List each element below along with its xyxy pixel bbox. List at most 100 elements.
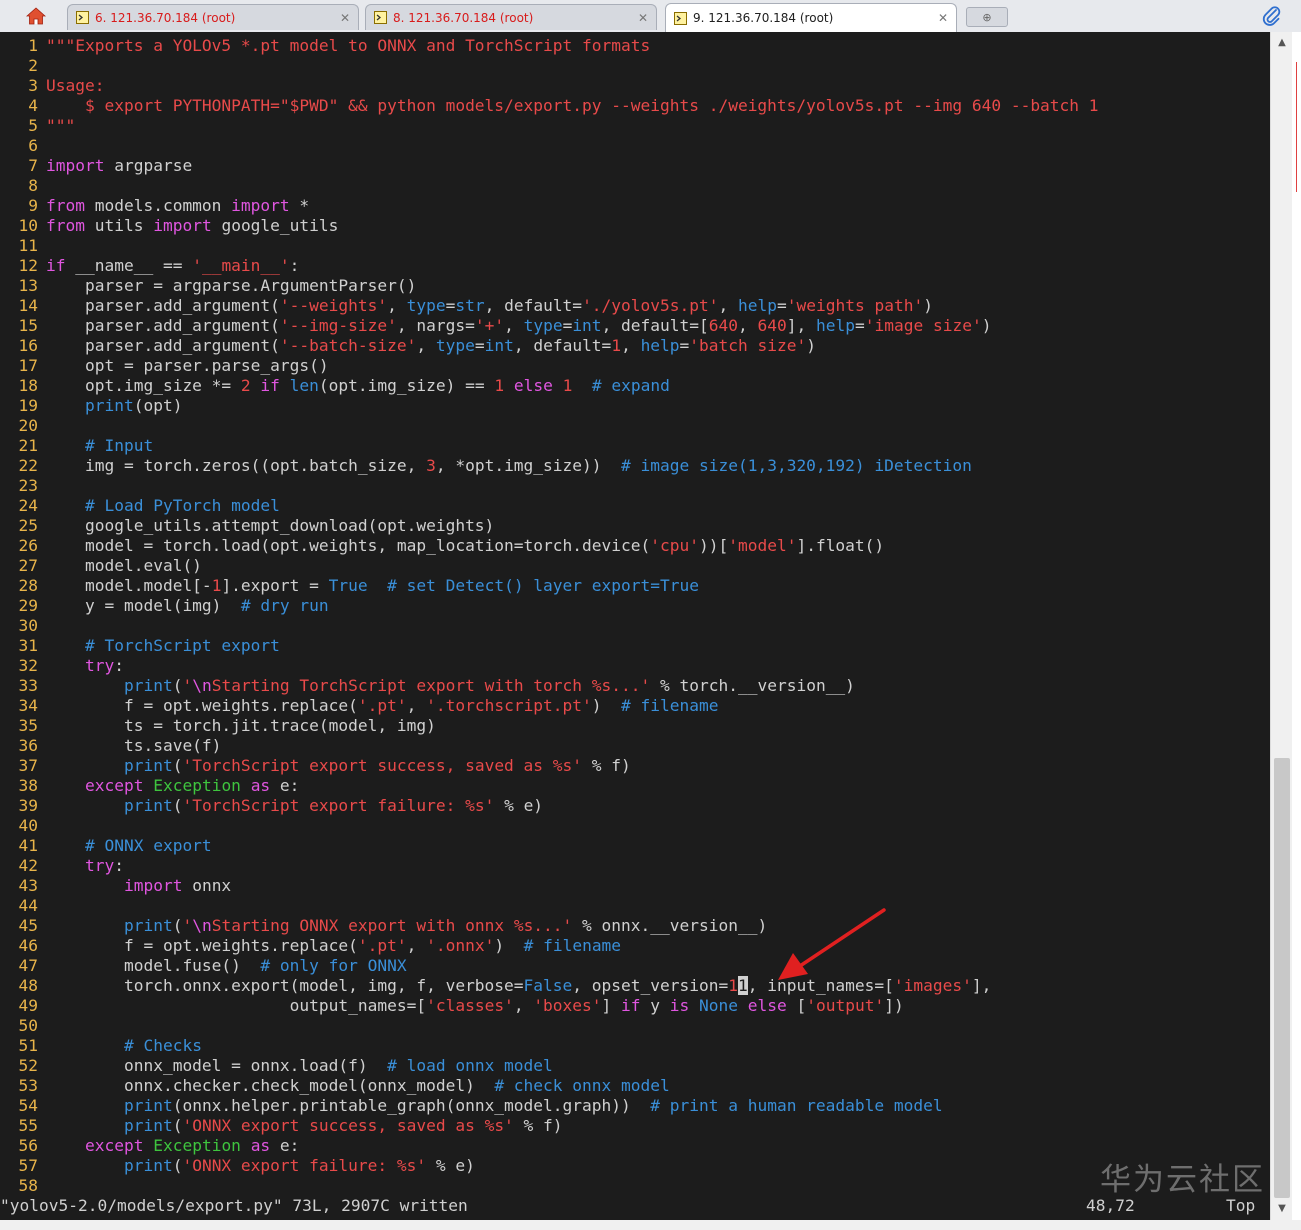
code-line[interactable]: 36 ts.save(f) [0,736,222,756]
code-line[interactable]: 32 try: [0,656,124,676]
code-line[interactable]: 33 print('\nStarting TorchScript export … [0,676,855,696]
line-number: 58 [18,1176,39,1195]
code-token: help [816,316,855,335]
code-line[interactable]: 19 print(opt) [0,396,183,416]
code-line[interactable]: 3 Usage: [0,76,104,96]
code-line[interactable]: 27 model.eval() [0,556,202,576]
code-line[interactable]: 49 output_names=['classes', 'boxes'] if … [0,996,904,1016]
code-line[interactable]: 24 # Load PyTorch model [0,496,280,516]
code-line[interactable]: 4 $ export PYTHONPATH="$PWD" && python m… [0,96,1098,116]
scrollbar-thumb[interactable] [1274,758,1290,1198]
code-line[interactable]: 11 [0,236,46,256]
tab-session-9[interactable]: 9. 121.36.70.184 (root) ✕ [665,3,957,32]
home-button[interactable] [10,4,62,28]
code-token: opt = parser.parse_args() [46,356,329,375]
code-line[interactable]: 31 # TorchScript export [0,636,280,656]
code-token: len [289,376,319,395]
code-token: """Exports a YOLOv5 *.pt model to ONNX a… [46,36,651,55]
code-token: : [114,856,124,875]
code-token: 'images' [893,976,972,995]
code-line[interactable]: 56 except Exception as e: [0,1136,300,1156]
code-line[interactable]: 52 onnx_model = onnx.load(f) # load onnx… [0,1056,553,1076]
code-line[interactable]: 45 print('\nStarting ONNX export with on… [0,916,768,936]
code-line[interactable]: 5 """ [0,116,75,136]
code-line[interactable]: 1 """Exports a YOLOv5 *.pt model to ONNX … [0,36,650,56]
attachment-button[interactable] [1262,5,1282,27]
code-line[interactable]: 14 parser.add_argument('--weights', type… [0,296,933,316]
code-token: parser = argparse.ArgumentParser() [46,276,417,295]
code-line[interactable]: 47 model.fuse() # only for ONNX [0,956,407,976]
code-line[interactable]: 28 model.model[-1].export = True # set D… [0,576,700,596]
code-line[interactable]: 23 [0,476,46,496]
code-line[interactable]: 10 from utils import google_utils [0,216,339,236]
code-line[interactable]: 43 import onnx [0,876,232,896]
code-line[interactable]: 21 # Input [0,436,154,456]
code-token: , [387,296,407,315]
code-line[interactable]: 13 parser = argparse.ArgumentParser() [0,276,417,296]
code-line[interactable]: 30 [0,616,46,636]
tab-session-6[interactable]: 6. 121.36.70.184 (root) ✕ [67,4,359,30]
line-number: 34 [18,696,39,715]
scroll-down-icon[interactable]: ▼ [1271,1198,1293,1218]
code-line[interactable]: 6 [0,136,46,156]
code-line[interactable]: 54 print(onnx.helper.printable_graph(onn… [0,1096,943,1116]
code-token: 640 [708,316,739,335]
code-line[interactable]: 20 [0,416,46,436]
code-line[interactable]: 16 parser.add_argument('--batch-size', t… [0,336,817,356]
code-line[interactable]: 2 [0,56,46,76]
new-tab-button[interactable]: ⊕ [966,7,1008,27]
vertical-scrollbar[interactable]: ▲ ▼ [1270,32,1293,1220]
vim-editor[interactable]: 1 """Exports a YOLOv5 *.pt model to ONNX … [0,32,1270,1220]
code-line[interactable]: 39 print('TorchScript export failure: %s… [0,796,544,816]
close-icon[interactable]: ✕ [638,11,648,25]
close-icon[interactable]: ✕ [340,11,350,25]
line-number: 49 [18,996,39,1015]
code-token: ts = torch.jit.trace(model, img) [46,716,436,735]
code-line[interactable]: 9 from models.common import * [0,196,309,216]
code-line[interactable]: 7 import argparse [0,156,192,176]
code-line[interactable]: 51 # Checks [0,1036,202,1056]
code-line[interactable]: 46 f = opt.weights.replace('.pt', '.onnx… [0,936,622,956]
code-line[interactable]: 38 except Exception as e: [0,776,300,796]
code-line[interactable]: 15 parser.add_argument('--img-size', nar… [0,316,992,336]
code-token: str [455,296,485,315]
code-line[interactable]: 48 torch.onnx.export(model, img, f, verb… [0,976,991,996]
code-line[interactable]: 40 [0,816,46,836]
code-line[interactable]: 22 img = torch.zeros((opt.batch_size, 3,… [0,456,972,476]
code-line[interactable]: 55 print('ONNX export success, saved as … [0,1116,563,1136]
code-line[interactable]: 17 opt = parser.parse_args() [0,356,329,376]
code-line[interactable]: 44 [0,896,46,916]
line-number: 14 [18,296,39,315]
line-number: 39 [18,796,39,815]
code-line[interactable]: 42 try: [0,856,124,876]
tab-session-8[interactable]: 8. 121.36.70.184 (root) ✕ [365,4,657,30]
code-line[interactable]: 34 f = opt.weights.replace('.pt', '.torc… [0,696,719,716]
code-line[interactable]: 37 print('TorchScript export success, sa… [0,756,631,776]
code-token: True [328,576,368,595]
code-line[interactable]: 41 # ONNX export [0,836,212,856]
code-line[interactable]: 12 if __name__ == '__main__': [0,256,300,276]
close-icon[interactable]: ✕ [938,11,948,25]
code-line[interactable]: 25 google_utils.attempt_download(opt.wei… [0,516,495,536]
code-line[interactable]: 35 ts = torch.jit.trace(model, img) [0,716,436,736]
scroll-up-icon[interactable]: ▲ [1271,32,1293,52]
code-line[interactable]: 26 model = torch.load(opt.weights, map_l… [0,536,885,556]
code-line[interactable]: 57 print('ONNX export failure: %s' % e) [0,1156,475,1176]
code-line[interactable]: 50 [0,1016,46,1036]
line-number: 6 [28,136,38,155]
code-line[interactable]: 18 opt.img_size *= 2 if len(opt.img_size… [0,376,670,396]
code-line[interactable]: 58 [0,1176,46,1196]
code-line[interactable]: 53 onnx.checker.check_model(onnx_model) … [0,1076,670,1096]
line-number: 36 [18,736,39,755]
code-line[interactable]: 29 y = model(img) # dry run [0,596,329,616]
code-token: # expand [591,376,670,395]
code-token: (onnx.helper.printable_graph(onnx_model.… [172,1096,651,1115]
code-line[interactable]: 8 [0,176,46,196]
